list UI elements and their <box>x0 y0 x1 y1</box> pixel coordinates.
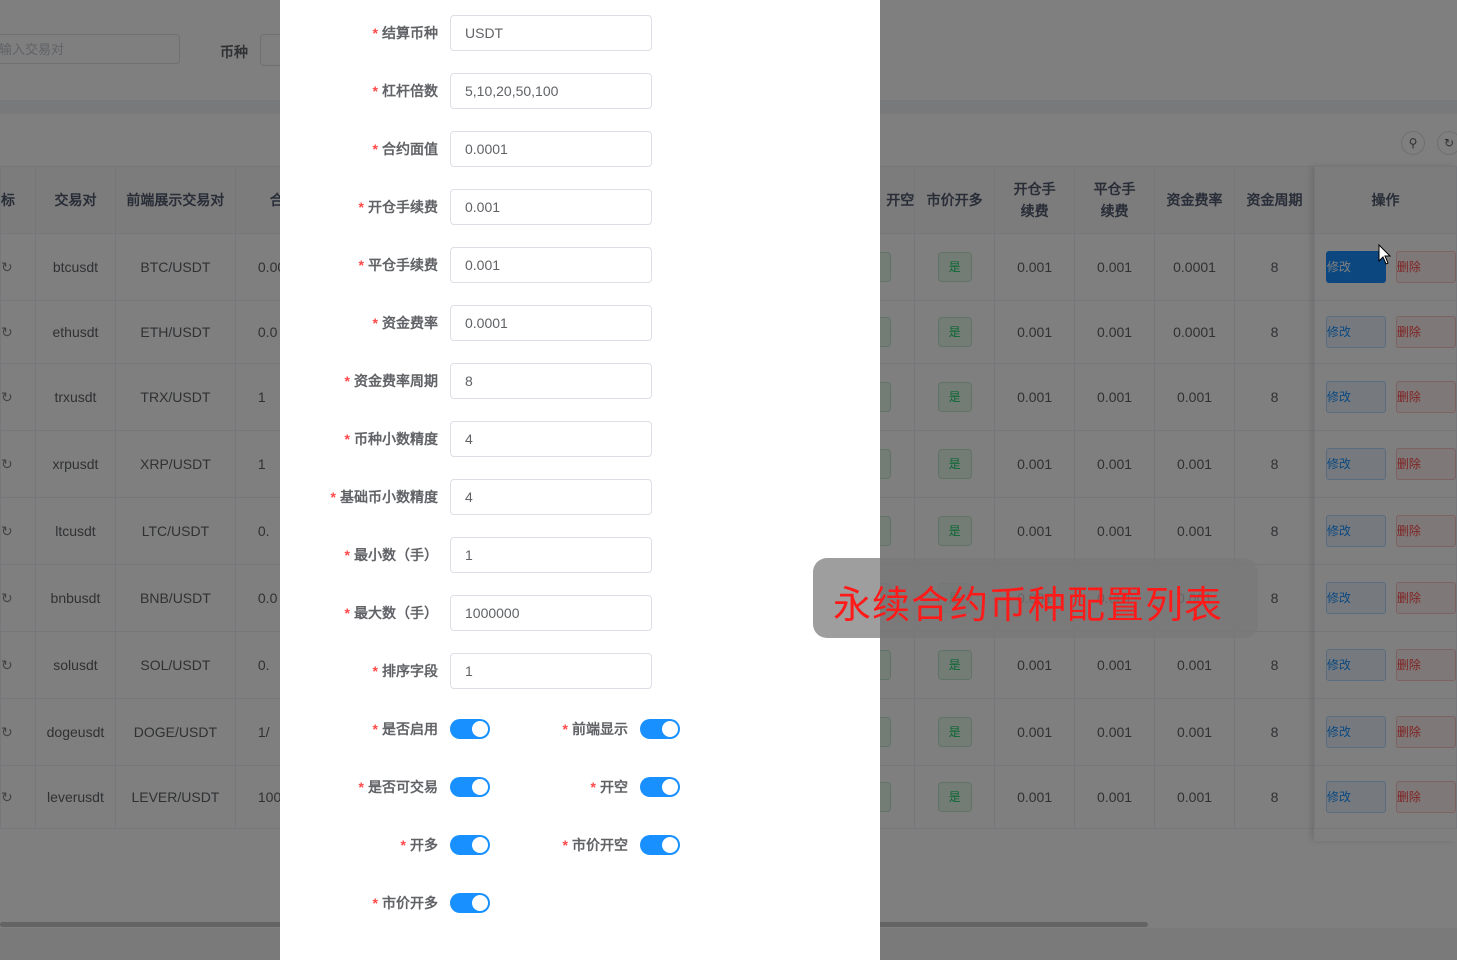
settle-coin-input[interactable]: USDT <box>450 15 652 51</box>
form-row-switches-1: * 是否启用 * 前端显示 <box>280 711 880 747</box>
short-label: * 开空 <box>590 779 628 795</box>
close-fee-label: * 平仓手续费 <box>358 257 438 273</box>
long-label: * 开多 <box>400 837 438 853</box>
base-precision-label: * 基础币小数精度 <box>330 489 438 505</box>
funding-period-input[interactable]: 8 <box>450 363 652 399</box>
open-fee-label: * 开仓手续费 <box>358 199 438 215</box>
coin-precision-label: * 币种小数精度 <box>344 431 438 447</box>
coin-precision-input[interactable]: 4 <box>450 421 652 457</box>
market-short-label: * 市价开空 <box>562 837 628 853</box>
enabled-label: * 是否启用 <box>372 721 438 737</box>
min-qty-input[interactable]: 1 <box>450 537 652 573</box>
form-row-switches-4: * 市价开多 <box>280 885 880 921</box>
sort-label: * 排序字段 <box>372 663 438 679</box>
market-long-switch[interactable] <box>450 893 490 913</box>
edit-dialog: * 结算币种 USDT * 杠杆倍数 5,10,20,50,100 * 合约面值 0.… <box>280 0 880 960</box>
tradable-label: * 是否可交易 <box>358 779 438 795</box>
mouse-cursor-icon <box>1378 244 1392 265</box>
close-fee-input[interactable]: 0.001 <box>450 247 652 283</box>
form-row-switches-3: * 开多 * 市价开空 <box>280 827 880 863</box>
frontend-show-label: * 前端显示 <box>562 721 628 737</box>
toast-text: 永续合约币种配置列表 <box>833 585 1224 627</box>
settle-coin-label: * 结算币种 <box>372 25 438 41</box>
base-precision-input[interactable]: 4 <box>450 479 652 515</box>
sort-input[interactable]: 1 <box>450 653 652 689</box>
leverage-input[interactable]: 5,10,20,50,100 <box>450 73 652 109</box>
funding-rate-input[interactable]: 0.0001 <box>450 305 652 341</box>
toast-overlay: 永续合约币种配置列表 <box>813 558 1258 638</box>
form-row-switches-2: * 是否可交易 * 开空 <box>280 769 880 805</box>
max-qty-label: * 最大数（手） <box>344 605 438 621</box>
short-switch[interactable] <box>640 777 680 797</box>
leverage-label: * 杠杆倍数 <box>372 83 438 99</box>
face-value-input[interactable]: 0.0001 <box>450 131 652 167</box>
max-qty-input[interactable]: 1000000 <box>450 595 652 631</box>
min-qty-label: * 最小数（手） <box>344 547 438 563</box>
open-fee-input[interactable]: 0.001 <box>450 189 652 225</box>
market-short-switch[interactable] <box>640 835 680 855</box>
frontend-show-switch[interactable] <box>640 719 680 739</box>
face-value-label: * 合约面值 <box>372 141 438 157</box>
funding-period-label: * 资金费率周期 <box>344 373 438 389</box>
market-long-label: * 市价开多 <box>372 895 438 911</box>
funding-rate-label: * 资金费率 <box>372 315 438 331</box>
